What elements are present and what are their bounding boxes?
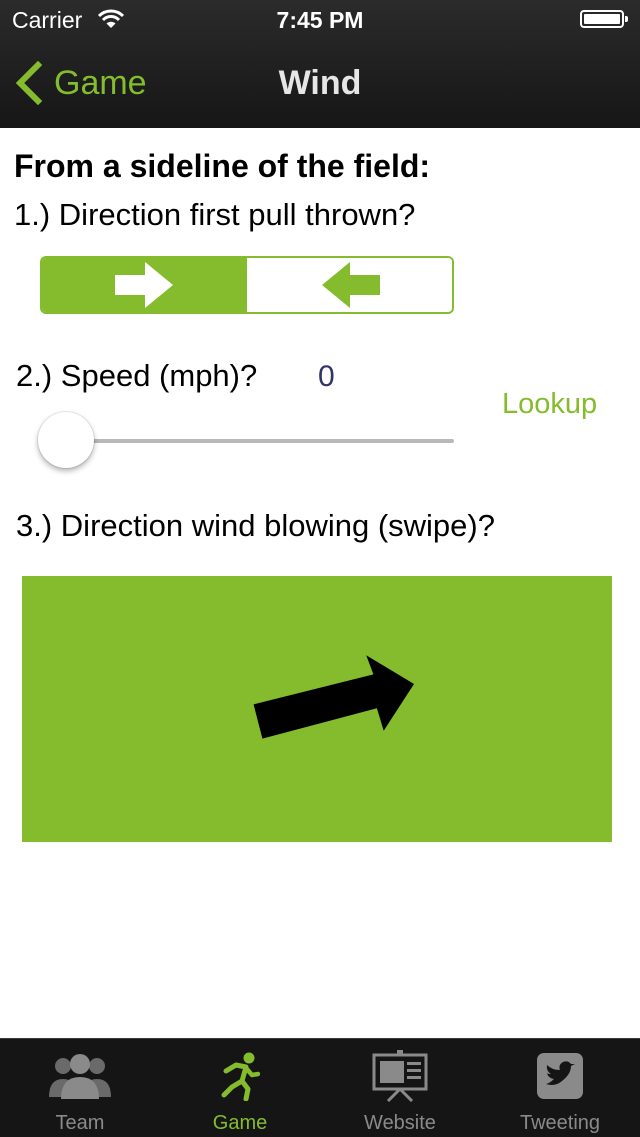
tab-game[interactable]: Game [160, 1039, 320, 1137]
question-pull-direction: 1.) Direction first pull thrown? [14, 197, 416, 232]
pull-direction-segmented-control[interactable] [40, 256, 454, 314]
tab-team[interactable]: Team [0, 1039, 160, 1137]
speed-value: 0 [318, 360, 335, 393]
pull-direction-right-segment[interactable] [42, 258, 247, 312]
lookup-button[interactable]: Lookup [502, 388, 597, 421]
page-title: Wind [278, 64, 362, 102]
speed-slider-track[interactable] [66, 439, 454, 443]
tab-website[interactable]: Website [320, 1039, 480, 1137]
runner-icon [221, 1052, 260, 1101]
wind-direction-arrow-icon [253, 655, 414, 739]
wind-direction-swipe-area[interactable] [22, 576, 612, 842]
tab-bar: Team Game Website Tweeting [0, 1038, 640, 1137]
twitter-icon [537, 1053, 583, 1099]
tab-label: Website [364, 1112, 436, 1134]
status-bar: Carrier 7:45 PM [0, 0, 640, 40]
tab-tweeting[interactable]: Tweeting [480, 1039, 640, 1137]
tab-label: Tweeting [519, 1112, 601, 1134]
tab-label: Game [212, 1112, 268, 1134]
website-icon [372, 1050, 428, 1102]
section-heading: From a sideline of the field: [14, 148, 431, 184]
team-icon [49, 1054, 111, 1099]
arrow-left-icon [321, 262, 380, 308]
tab-label: Team [55, 1112, 105, 1134]
question-speed: 2.) Speed (mph)? [16, 358, 258, 393]
clock: 7:45 PM [276, 7, 364, 33]
speed-slider-thumb[interactable] [38, 412, 94, 468]
question-wind-direction: 3.) Direction wind blowing (swipe)? [16, 508, 495, 543]
arrow-right-icon [114, 262, 173, 308]
battery-icon [580, 10, 628, 28]
navigation-bar: Carrier 7:45 PM Game Wind [0, 0, 640, 128]
pull-direction-left-segment[interactable] [247, 258, 452, 312]
